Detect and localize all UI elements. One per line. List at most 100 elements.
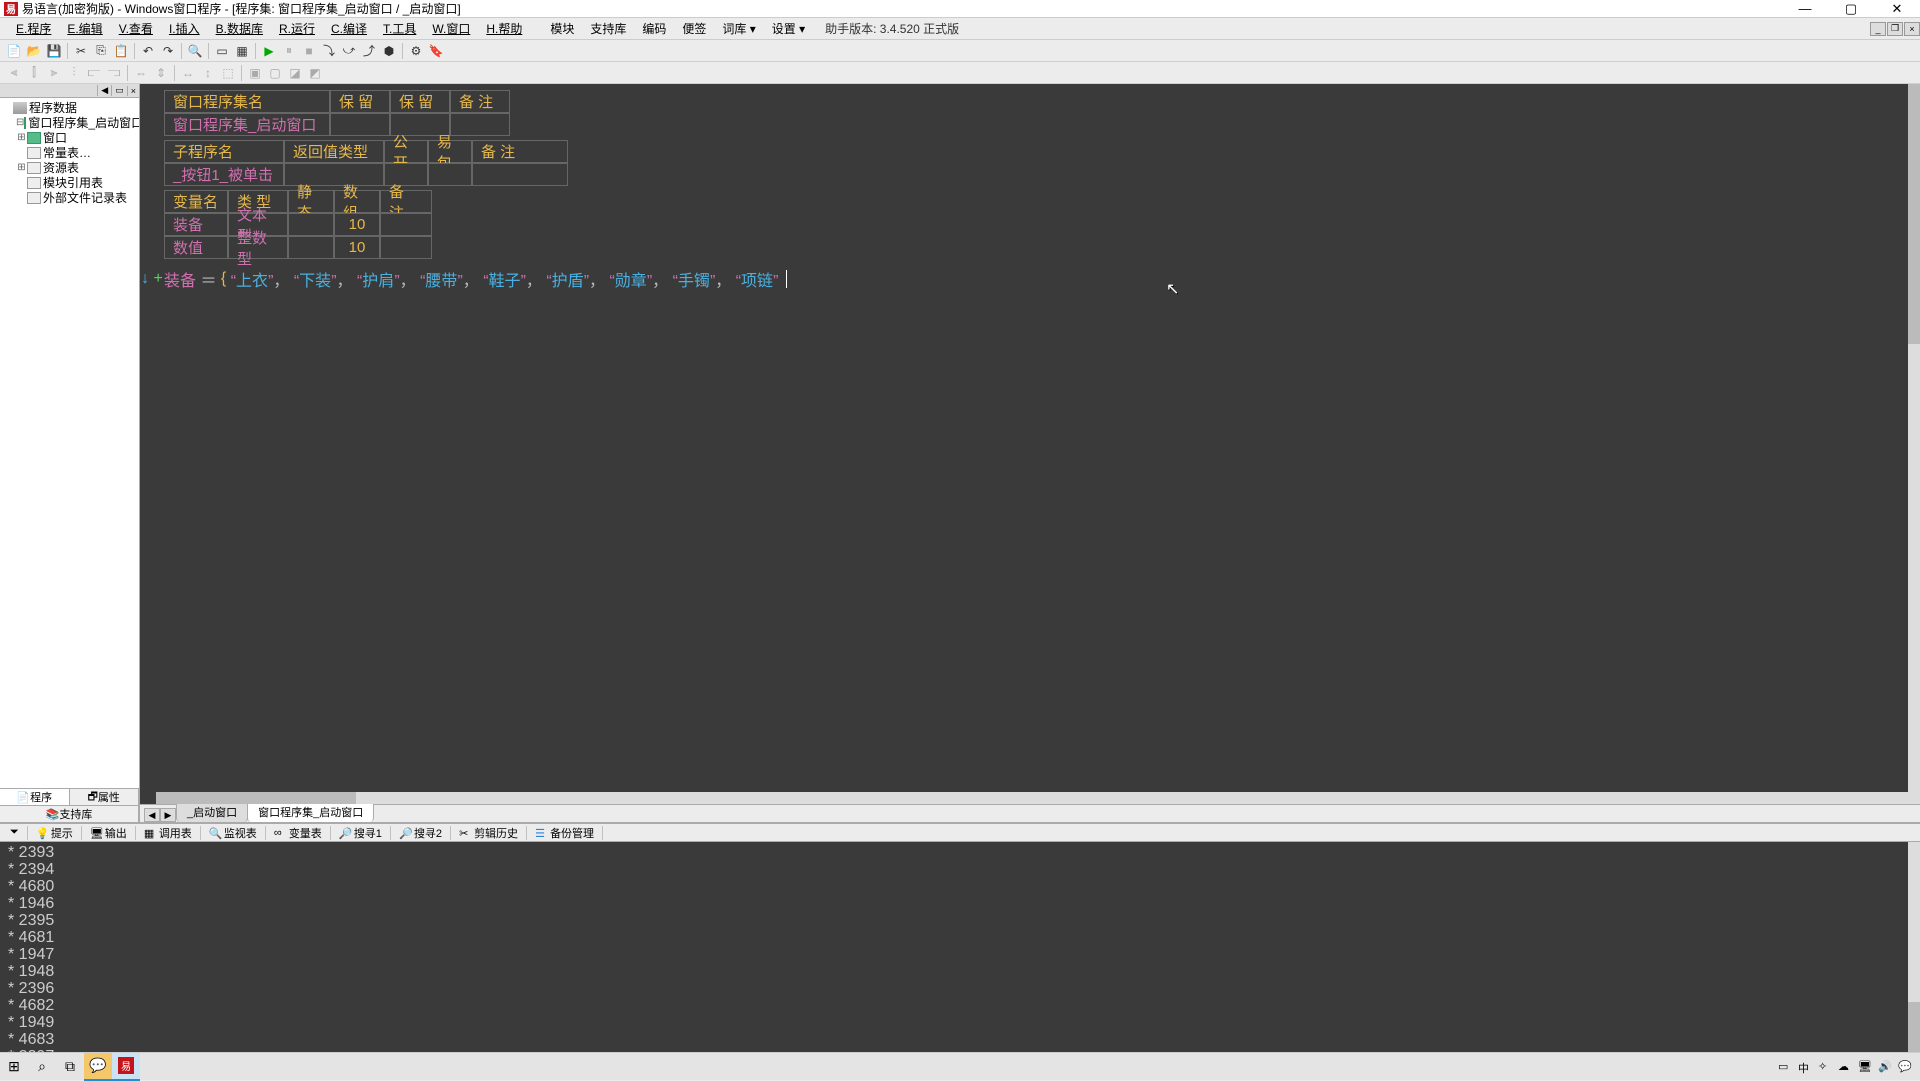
tb-undo[interactable]: ↶ [139, 42, 157, 60]
tb-window[interactable]: ▭ [213, 42, 231, 60]
tree-item[interactable]: ⊟窗口程序集_启动窗口 [2, 115, 137, 130]
tab-output[interactable]: 🖥输出 [84, 824, 133, 841]
notifications-icon[interactable]: 💬 [1898, 1060, 1912, 1074]
align-top[interactable]: ⫶ [65, 64, 83, 82]
menu-compile[interactable]: C.编译 [323, 20, 375, 37]
same-size[interactable]: ⬚ [219, 64, 237, 82]
align-left[interactable]: ⫷ [5, 64, 23, 82]
tb-redo[interactable]: ↷ [159, 42, 177, 60]
panel-dock-icon[interactable]: ◀ [97, 85, 111, 96]
tree-item[interactable]: ⊞资源表 [2, 160, 137, 175]
variable-grid[interactable]: 变量名类 型静态数组备 注 装备文本型10 数值整数型10 [164, 190, 432, 259]
volume-icon[interactable]: 🔊 [1878, 1060, 1892, 1074]
editor-vscroll[interactable] [1908, 84, 1920, 792]
mdi-close[interactable]: × [1904, 22, 1920, 36]
menu-edit[interactable]: E.编辑 [59, 20, 110, 37]
system-tray[interactable]: ▭ 中 ✧ ☁ 🖥 🔊 💬 [1778, 1060, 1920, 1074]
procset-grid[interactable]: 窗口程序集名保 留保 留备 注 窗口程序集_启动窗口 [164, 90, 510, 136]
group[interactable]: ▣ [246, 64, 264, 82]
align-right[interactable]: ⫸ [45, 64, 63, 82]
menu-notes[interactable]: 便签 [674, 20, 714, 37]
code-line[interactable]: ↓ + 装备 ＝ { “上衣”， “下装”， “护肩”， “腰带”， “鞋子”，… [164, 263, 1920, 295]
tb-save[interactable]: 💾 [45, 42, 63, 60]
output-text[interactable]: * 2393* 2394* 4680* 1946* 2395* 4681* 19… [0, 842, 1920, 1052]
align-center[interactable]: ⫿ [25, 64, 43, 82]
tb-find[interactable]: 🔍 [186, 42, 204, 60]
tb-stepinto[interactable]: ⤵ [320, 42, 338, 60]
tree-item[interactable]: 外部文件记录表 [2, 190, 137, 205]
ungroup[interactable]: ▢ [266, 64, 284, 82]
project-tree[interactable]: 程序数据 ⊟窗口程序集_启动窗口 ⊞窗口 常量表… ⊞资源表 模块引用表 外部文… [0, 98, 139, 788]
menu-database[interactable]: B.数据库 [208, 20, 271, 37]
tab-nav-prev[interactable]: ◀ [144, 808, 160, 822]
tab-clipboard[interactable]: ✂剪辑历史 [453, 824, 524, 841]
ime-icon[interactable]: 中 [1798, 1060, 1812, 1074]
tab-support[interactable]: 📚 支持库 [0, 806, 139, 822]
menu-module[interactable]: 模块 [542, 20, 582, 37]
tb-stepover[interactable]: ⤻ [340, 42, 358, 60]
tb-stepout[interactable]: ⤴ [360, 42, 378, 60]
tab-program[interactable]: 📄 程序 [0, 789, 70, 805]
back[interactable]: ◩ [306, 64, 324, 82]
tb-pause[interactable]: ⏸ [280, 42, 298, 60]
menu-help[interactable]: H.帮助 [478, 20, 530, 37]
menu-window[interactable]: W.窗口 [424, 20, 478, 37]
tb-paste[interactable]: 📋 [112, 42, 130, 60]
editor-tab[interactable]: _启动窗口 [176, 801, 248, 822]
align-middle[interactable]: ⫍ [85, 64, 103, 82]
subproc-grid[interactable]: 子程序名返回值类型公开易包备 注 _按钮1_被单击 [164, 140, 568, 186]
align-bottom[interactable]: ⫎ [105, 64, 123, 82]
code-editor[interactable]: 窗口程序集名保 留保 留备 注 窗口程序集_启动窗口 子程序名返回值类型公开易包… [140, 84, 1920, 804]
tree-item[interactable]: 模块引用表 [2, 175, 137, 190]
tab-nav-next[interactable]: ▶ [160, 808, 176, 822]
menu-tools[interactable]: T.工具 [375, 20, 424, 37]
menu-view[interactable]: V.查看 [111, 20, 161, 37]
tree-item[interactable]: 常量表… [2, 145, 137, 160]
dist-h[interactable]: ⇔ [132, 64, 150, 82]
tb-stop[interactable]: ■ [300, 42, 318, 60]
output-vscroll[interactable] [1908, 842, 1920, 1052]
panel-close-icon[interactable]: × [127, 86, 139, 96]
close-button[interactable]: ✕ [1874, 0, 1920, 18]
tb-open[interactable]: 📂 [25, 42, 43, 60]
tb-copy[interactable]: ⎘ [92, 42, 110, 60]
same-w[interactable]: ↔ [179, 64, 197, 82]
tab-backup[interactable]: ☰备份管理 [529, 824, 600, 841]
tb-run[interactable]: ▶ [260, 42, 278, 60]
tb-compile[interactable]: ⚙ [407, 42, 425, 60]
tray-icon[interactable]: ☁ [1838, 1060, 1852, 1074]
menu-support[interactable]: 支持库 [582, 20, 634, 37]
tb-bookmark[interactable]: 🔖 [427, 42, 445, 60]
menu-program[interactable]: E.程序 [8, 20, 59, 37]
menu-settings[interactable]: 设置 ▾ [764, 20, 813, 37]
tab-callstack[interactable]: ▦调用表 [138, 824, 198, 841]
tab-properties[interactable]: 🗗 属性 [70, 789, 140, 805]
mdi-restore[interactable]: ❐ [1887, 22, 1903, 36]
tab-search1[interactable]: 🔎搜寻1 [333, 824, 388, 841]
search-button[interactable]: ⌕ [28, 1053, 56, 1081]
taskbar-app-eyuyan[interactable]: 易 [112, 1053, 140, 1081]
menu-run[interactable]: R.运行 [271, 20, 323, 37]
editor-tab-active[interactable]: 窗口程序集_启动窗口 [247, 801, 374, 822]
tree-root[interactable]: 程序数据 [2, 100, 137, 115]
tray-icon[interactable]: ✧ [1818, 1060, 1832, 1074]
maximize-button[interactable]: ▢ [1828, 0, 1874, 18]
menu-insert[interactable]: I.插入 [161, 20, 208, 37]
tb-breakpoint[interactable]: ⬢ [380, 42, 398, 60]
start-button[interactable]: ⊞ [0, 1053, 28, 1081]
taskbar-app-wechat[interactable]: 💬 [84, 1053, 112, 1081]
tray-icon[interactable]: ▭ [1778, 1060, 1792, 1074]
minimize-button[interactable]: — [1782, 0, 1828, 18]
panel-pin-icon[interactable]: ▭ [111, 85, 127, 96]
tb-cut[interactable]: ✂ [72, 42, 90, 60]
same-h[interactable]: ↕ [199, 64, 217, 82]
tab-variables[interactable]: ∞变量表 [268, 824, 328, 841]
tab-watch[interactable]: 🔍监视表 [203, 824, 263, 841]
dist-v[interactable]: ⇕ [152, 64, 170, 82]
menu-encoding[interactable]: 编码 [634, 20, 674, 37]
tray-icon[interactable]: 🖥 [1858, 1060, 1872, 1074]
tb-new[interactable]: 📄 [5, 42, 23, 60]
menu-dict[interactable]: 词库 ▾ [714, 20, 763, 37]
mdi-min[interactable]: _ [1870, 22, 1886, 36]
tb-layout[interactable]: ▦ [233, 42, 251, 60]
